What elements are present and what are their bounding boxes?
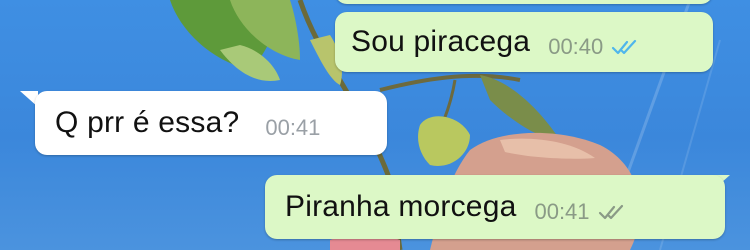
message-bubble-incoming[interactable]: Q prr é essa? 00:41 bbox=[35, 91, 387, 155]
message-time: 00:41 bbox=[534, 199, 590, 224]
message-time: 00:41 bbox=[265, 115, 321, 140]
partial-outgoing-bubble bbox=[335, 0, 713, 4]
message-bubble-outgoing[interactable]: Sou piracega 00:40 bbox=[335, 12, 713, 72]
double-check-delivered-icon bbox=[598, 204, 623, 220]
message-text: Piranha morcega bbox=[285, 190, 517, 223]
message-meta: 00:41 bbox=[534, 189, 625, 225]
message-text: Q prr é essa? bbox=[55, 106, 240, 139]
double-check-read-icon bbox=[612, 39, 637, 55]
message-bubble-outgoing[interactable]: Piranha morcega 00:41 bbox=[265, 175, 725, 239]
message-meta: 00:40 bbox=[548, 24, 639, 60]
message-meta: 00:41 bbox=[265, 105, 320, 141]
message-text: Sou piracega bbox=[351, 25, 531, 58]
message-time: 00:40 bbox=[548, 34, 604, 59]
